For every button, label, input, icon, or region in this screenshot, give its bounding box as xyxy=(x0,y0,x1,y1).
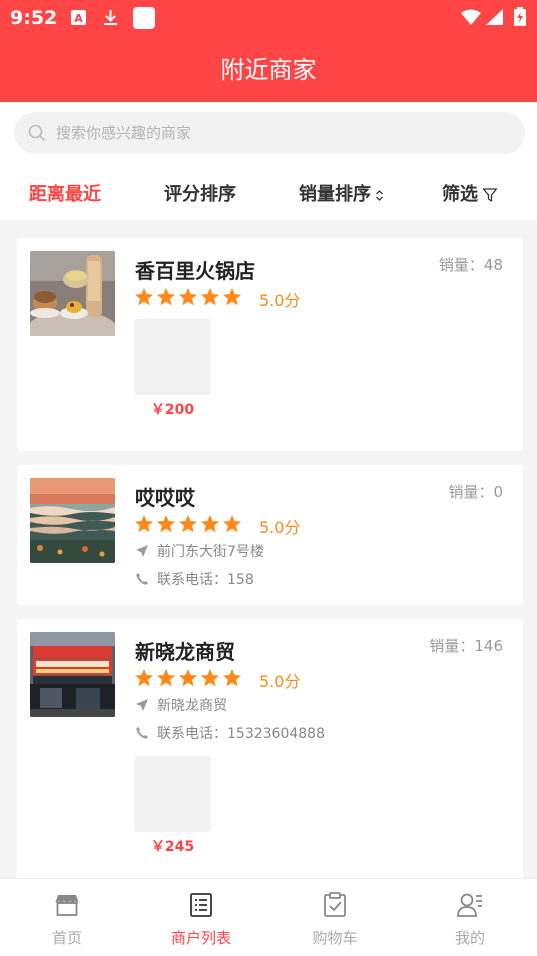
sort-arrows-icon xyxy=(376,189,383,201)
tab-mine[interactable]: 我的 xyxy=(403,879,537,956)
download-icon xyxy=(104,10,117,25)
tab-home[interactable]: 首页 xyxy=(0,879,134,956)
shop-name: 哎哎哎 xyxy=(135,486,195,510)
sort-sales[interactable]: 销量排序 xyxy=(299,180,384,206)
filter-icon xyxy=(482,188,498,202)
shop-sales: 销量：48 xyxy=(438,256,503,274)
filter-button[interactable]: 筛选 xyxy=(442,180,498,206)
star-icon xyxy=(179,515,197,533)
tab-cart-label: 购物车 xyxy=(312,929,358,947)
sort-distance[interactable]: 距离最近 xyxy=(29,180,101,206)
list-icon xyxy=(190,893,212,917)
star-icon xyxy=(179,669,197,687)
shop-phone: 联系电话：158 xyxy=(135,569,254,589)
store-icon xyxy=(55,895,79,916)
star-icon xyxy=(135,288,153,306)
star-icon xyxy=(201,669,219,687)
shop-address-text: 前门东大街7号楼 xyxy=(157,544,264,560)
star-icon xyxy=(223,288,241,306)
shop-name: 香百里火锅店 xyxy=(135,259,255,283)
tab-cart[interactable]: 购物车 xyxy=(268,879,402,956)
star-icon xyxy=(157,288,175,306)
search-section xyxy=(0,102,537,164)
star-icon xyxy=(223,669,241,687)
shop-sales: 销量：0 xyxy=(448,483,503,501)
star-icon xyxy=(135,515,153,533)
phone-icon xyxy=(136,727,148,739)
shop-phone: 联系电话：15323604888 xyxy=(135,723,325,743)
location-arrow-icon xyxy=(136,545,148,557)
sort-sales-label: 销量排序 xyxy=(299,184,371,205)
star-icon xyxy=(157,669,175,687)
sort-bar: 距离最近 评分排序 销量排序 筛选 xyxy=(0,164,537,220)
tab-merchant-list[interactable]: 商户列表 xyxy=(134,879,268,956)
search-icon xyxy=(28,124,46,142)
shop-address: 前门东大街7号楼 xyxy=(135,541,264,561)
rating-stars xyxy=(134,668,244,688)
star-icon xyxy=(179,288,197,306)
app-header: 9:52 A 附近商家 xyxy=(0,0,537,102)
star-icon xyxy=(135,669,153,687)
shop-score: 5.0分 xyxy=(259,672,301,691)
shop-phone-text: 联系电话：158 xyxy=(157,572,254,588)
goods-image[interactable] xyxy=(134,319,211,395)
tab-mine-label: 我的 xyxy=(454,929,485,947)
bottom-tab-bar: 首页 商户列表 购物车 我的 xyxy=(0,878,537,956)
wifi-icon xyxy=(461,9,481,25)
goods-price: ￥200 xyxy=(150,402,195,418)
shop-thumbnail xyxy=(30,251,115,336)
clipboard-icon xyxy=(324,892,346,917)
search-box[interactable] xyxy=(14,112,525,154)
goods-price: ￥245 xyxy=(150,839,195,855)
shop-card[interactable]: 香百里火锅店 销量：48 5.0分 ￥200 xyxy=(17,238,523,451)
shop-phone-text: 联系电话：15323604888 xyxy=(157,726,325,742)
shop-card[interactable]: 新晓龙商贸 销量：146 5.0分 新晓龙商贸 联系电话：15323604888… xyxy=(17,619,523,881)
shop-sales: 销量：146 xyxy=(429,637,503,655)
signal-icon xyxy=(486,9,503,25)
star-icon xyxy=(201,515,219,533)
shop-thumbnail xyxy=(30,632,115,717)
shop-score: 5.0分 xyxy=(259,291,301,310)
user-icon xyxy=(457,893,482,917)
filter-label: 筛选 xyxy=(442,184,478,205)
search-input[interactable] xyxy=(56,112,506,154)
rating-stars xyxy=(134,287,244,307)
sort-rating[interactable]: 评分排序 xyxy=(164,180,236,206)
shop-card[interactable]: 哎哎哎 销量：0 5.0分 前门东大街7号楼 联系电话：158 xyxy=(17,465,523,605)
shop-address-text: 新晓龙商贸 xyxy=(157,698,227,714)
sort-rating-label: 评分排序 xyxy=(164,184,236,205)
tab-home-label: 首页 xyxy=(51,929,82,947)
star-icon xyxy=(223,515,241,533)
shop-address: 新晓龙商贸 xyxy=(135,695,227,715)
app-notification-icon xyxy=(133,7,155,29)
status-bar: 9:52 A xyxy=(0,0,537,36)
battery-icon xyxy=(514,7,526,26)
rating-stars xyxy=(134,514,244,534)
page-title: 附近商家 xyxy=(220,56,317,84)
status-time: 9:52 xyxy=(10,7,58,29)
star-icon xyxy=(157,515,175,533)
svg-text:A: A xyxy=(74,12,83,25)
notification-a-icon: A xyxy=(71,10,86,25)
shop-name: 新晓龙商贸 xyxy=(135,640,235,664)
phone-icon xyxy=(136,573,148,585)
tab-merchant-list-label: 商户列表 xyxy=(170,929,231,947)
sort-distance-label: 距离最近 xyxy=(29,184,101,205)
shop-thumbnail xyxy=(30,478,115,563)
goods-image[interactable] xyxy=(134,756,211,832)
location-arrow-icon xyxy=(136,699,148,711)
shop-score: 5.0分 xyxy=(259,518,301,537)
star-icon xyxy=(201,288,219,306)
